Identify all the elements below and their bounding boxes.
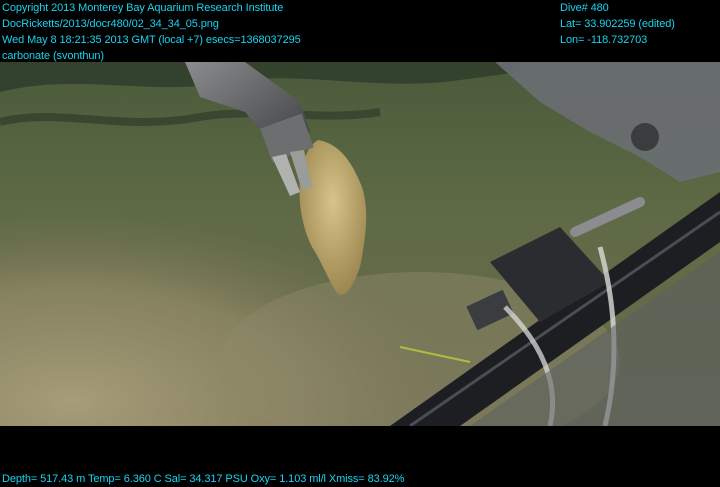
overlay-top-right: Dive# 480 Lat= 33.902259 (edited) Lon= -… (560, 0, 675, 48)
overlay-bottom: Depth= 517.43 m Temp= 6.360 C Sal= 34.31… (2, 471, 404, 487)
timestamp-line: Wed May 8 18:21:35 2013 GMT (local +7) e… (2, 34, 301, 46)
annotation-line: carbonate (svonthun) (2, 50, 104, 62)
dive-number: Dive# 480 (560, 2, 609, 14)
sensor-readout: Depth= 517.43 m Temp= 6.360 C Sal= 34.31… (2, 473, 405, 485)
latitude: Lat= 33.902259 (edited) (560, 18, 675, 30)
longitude: Lon= -118.732703 (560, 34, 648, 46)
overlay-top-left: Copyright 2013 Monterey Bay Aquarium Res… (2, 0, 301, 64)
video-frame: Copyright 2013 Monterey Bay Aquarium Res… (0, 0, 720, 486)
filename-line: DocRicketts/2013/docr480/02_34_34_05.png (2, 18, 219, 30)
seafloor-image (0, 62, 720, 426)
copyright-line: Copyright 2013 Monterey Bay Aquarium Res… (2, 2, 284, 14)
